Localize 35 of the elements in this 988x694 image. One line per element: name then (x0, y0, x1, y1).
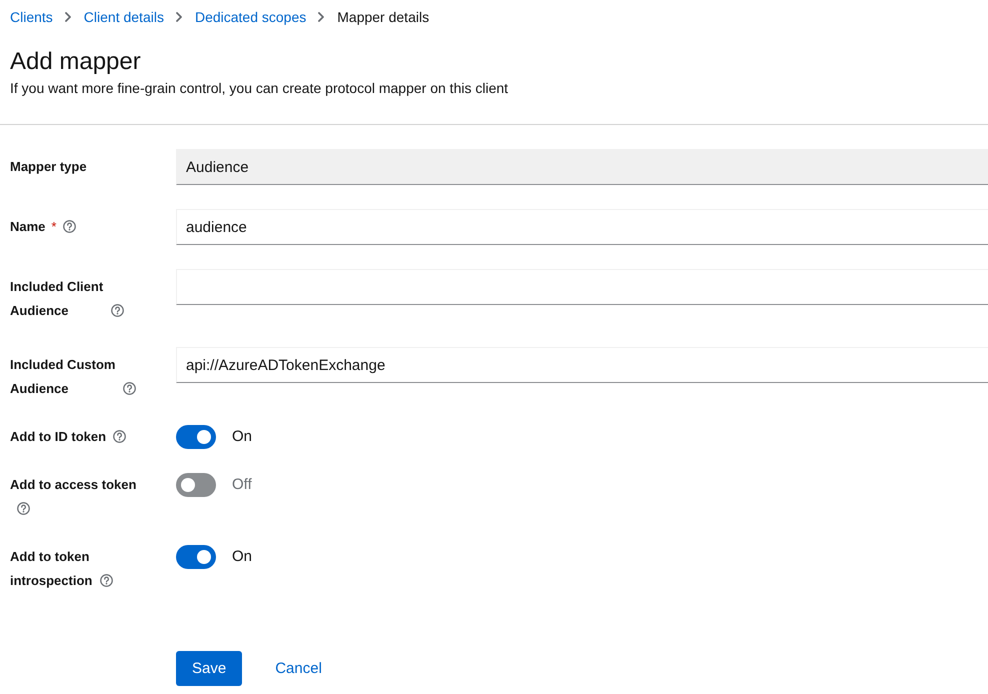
page-description: If you want more fine-grain control, you can create protocol mapper on this client (10, 79, 510, 98)
breadcrumb-link[interactable]: Dedicated scopes (194, 8, 306, 26)
chevron-right-icon (318, 12, 324, 22)
required-mark: * (51, 219, 56, 234)
field-label: Add to token introspection (10, 548, 93, 590)
text-input[interactable]: api://AzureADTokenExchange (176, 347, 988, 383)
help-icon[interactable] (113, 430, 126, 443)
help-icon[interactable] (17, 502, 30, 515)
save-button[interactable]: Save (176, 651, 242, 686)
cancel-button[interactable]: Cancel (259, 651, 338, 686)
help-icon[interactable] (123, 382, 136, 395)
toggle-switch[interactable] (176, 473, 216, 497)
field-label: Included Custom Audience (10, 356, 116, 398)
field-label: Add to access token (10, 476, 136, 494)
help-icon[interactable] (100, 574, 113, 587)
chevron-right-icon (64, 12, 71, 22)
toggle-status: Off (232, 475, 252, 495)
chevron-right-icon (176, 12, 182, 22)
field-label: Add to ID token (10, 428, 106, 446)
text-input[interactable] (176, 269, 988, 305)
field-label: Mapper type (10, 158, 87, 176)
help-icon[interactable] (111, 304, 124, 317)
help-icon[interactable] (63, 220, 76, 233)
breadcrumb-current: Mapper details (337, 8, 430, 26)
breadcrumb-link[interactable]: Client details (84, 8, 164, 26)
toggle-status: On (232, 427, 252, 447)
breadcrumb-link[interactable]: Clients (10, 8, 53, 26)
field-label: Included Client Audience (10, 278, 104, 320)
readonly-field[interactable]: Audience (176, 149, 988, 185)
page-title: Add mapper (10, 47, 142, 77)
field-label: Name (10, 218, 46, 236)
toggle-switch[interactable] (176, 545, 216, 569)
toggle-status: On (232, 547, 252, 567)
text-input[interactable]: audience (176, 209, 988, 245)
toggle-switch[interactable] (176, 425, 216, 449)
